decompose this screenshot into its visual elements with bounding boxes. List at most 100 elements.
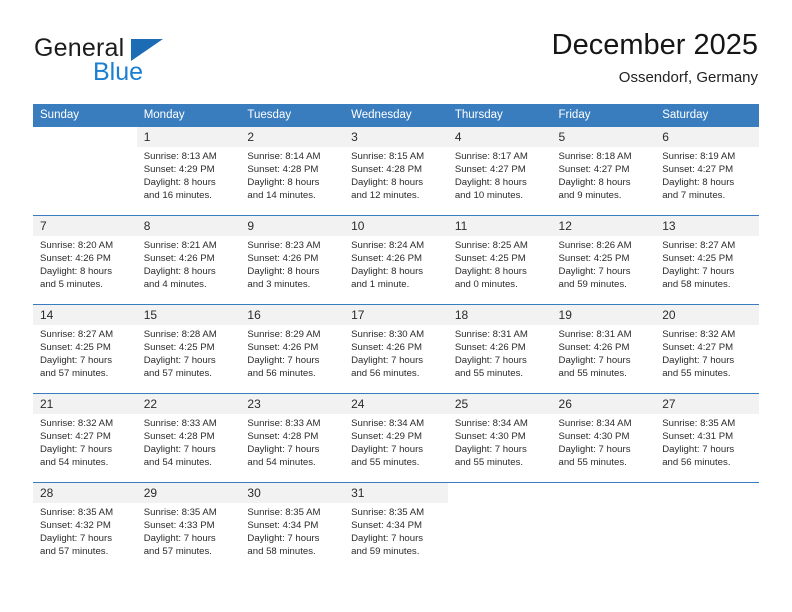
day-cell[interactable]: 14 Sunrise: 8:27 AM Sunset: 4:25 PM Dayligh… xyxy=(33,304,137,394)
day-cell[interactable]: 5 Sunrise: 8:18 AM Sunset: 4:27 PM Daylight… xyxy=(551,126,656,216)
day-sun-info: Sunrise: 8:32 AM Sunset: 4:27 PM Daylight:… xyxy=(33,414,137,469)
day-sun-info: Sunrise: 8:26 AM Sunset: 4:25 PM Daylight:… xyxy=(552,236,656,291)
day-sun-info: Sunrise: 8:19 AM Sunset: 4:27 PM Daylight:… xyxy=(655,147,759,202)
sunrise-text: Sunrise: 8:35 AM xyxy=(247,507,321,518)
day-cell[interactable]: 31 Sunrise: 8:35 AM Sunset: 4:34 PM Dayligh… xyxy=(344,482,448,572)
day-cell[interactable]: 20 Sunrise: 8:32 AM Sunset: 4:27 PM Dayligh… xyxy=(655,304,759,394)
weekday-header-wednesday: Wednesday xyxy=(344,104,448,127)
sunset-text: Sunset: 4:32 PM xyxy=(40,520,111,532)
day-cell[interactable]: 15 Sunrise: 8:28 AM Sunset: 4:25 PM Dayligh… xyxy=(136,304,241,394)
day-sun-info: Sunrise: 8:33 AM Sunset: 4:28 PM Daylight:… xyxy=(137,414,241,469)
day-cell[interactable]: 29 Sunrise: 8:35 AM Sunset: 4:33 PM Dayligh… xyxy=(136,482,241,572)
day-cell[interactable]: 30 Sunrise: 8:35 AM Sunset: 4:34 PM Dayligh… xyxy=(240,482,345,572)
day-cell[interactable]: 25 Sunrise: 8:34 AM Sunset: 4:30 PM Dayligh… xyxy=(447,393,552,483)
day-cell[interactable]: 7 Sunrise: 8:20 AM Sunset: 4:26 PM Daylight… xyxy=(33,215,137,305)
day-number: 10 xyxy=(344,216,448,236)
sunrise-text: Sunrise: 8:20 AM xyxy=(40,240,114,251)
daylight-text: and 1 minute. xyxy=(351,279,410,291)
day-sun-info: Sunrise: 8:30 AM Sunset: 4:26 PM Daylight:… xyxy=(344,325,448,380)
day-number xyxy=(552,483,656,503)
daylight-text: and 14 minutes. xyxy=(247,190,316,202)
calendar-week-row: 1 Sunrise: 8:13 AM Sunset: 4:29 PM Daylight… xyxy=(33,126,759,216)
day-cell[interactable]: 21 Sunrise: 8:32 AM Sunset: 4:27 PM Dayligh… xyxy=(33,393,137,483)
day-sun-info: Sunrise: 8:28 AM Sunset: 4:25 PM Daylight:… xyxy=(137,325,241,380)
daylight-text: and 54 minutes. xyxy=(247,457,316,469)
day-cell[interactable]: 6 Sunrise: 8:19 AM Sunset: 4:27 PM Daylight… xyxy=(655,126,759,216)
daylight-text: Daylight: 7 hours xyxy=(40,355,112,367)
day-sun-info: Sunrise: 8:17 AM Sunset: 4:27 PM Daylight:… xyxy=(448,147,552,202)
day-cell[interactable]: 9 Sunrise: 8:23 AM Sunset: 4:26 PM Daylight… xyxy=(240,215,345,305)
day-number: 6 xyxy=(655,127,759,147)
daylight-text: and 55 minutes. xyxy=(558,457,627,469)
day-number: 20 xyxy=(655,305,759,325)
daylight-text: Daylight: 8 hours xyxy=(143,266,216,278)
sunset-text: Sunset: 4:31 PM xyxy=(662,431,734,443)
day-cell[interactable]: 8 Sunrise: 8:21 AM Sunset: 4:26 PM Daylight… xyxy=(136,215,241,305)
page-subtitle: Ossendorf, Germany xyxy=(618,69,758,86)
daylight-text: and 56 minutes. xyxy=(662,457,731,469)
sunrise-text: Sunrise: 8:24 AM xyxy=(351,240,425,251)
daylight-text: Daylight: 8 hours xyxy=(662,177,735,189)
daylight-text: Daylight: 8 hours xyxy=(351,177,424,189)
day-cell[interactable]: 3 Sunrise: 8:15 AM Sunset: 4:28 PM Daylight… xyxy=(344,126,448,216)
day-number: 8 xyxy=(136,216,241,236)
daylight-text: and 55 minutes. xyxy=(662,368,731,380)
logo-text-blue: Blue xyxy=(93,58,144,86)
day-cell[interactable]: 28 Sunrise: 8:35 AM Sunset: 4:32 PM Dayligh… xyxy=(33,482,137,572)
day-sun-info: Sunrise: 8:32 AM Sunset: 4:27 PM Daylight:… xyxy=(655,325,759,380)
day-cell[interactable]: 27 Sunrise: 8:35 AM Sunset: 4:31 PM Dayligh… xyxy=(655,393,759,483)
day-cell[interactable]: 16 Sunrise: 8:29 AM Sunset: 4:26 PM Dayligh… xyxy=(240,304,345,394)
day-cell[interactable]: 2 Sunrise: 8:14 AM Sunset: 4:28 PM Daylight… xyxy=(240,126,345,216)
day-number: 4 xyxy=(447,127,552,147)
day-cell[interactable]: 26 Sunrise: 8:34 AM Sunset: 4:30 PM Dayligh… xyxy=(551,393,656,483)
day-cell[interactable]: 22 Sunrise: 8:33 AM Sunset: 4:28 PM Dayligh… xyxy=(136,393,241,483)
day-sun-info: Sunrise: 8:20 AM Sunset: 4:26 PM Daylight:… xyxy=(33,236,137,291)
day-cell[interactable]: 13 Sunrise: 8:27 AM Sunset: 4:25 PM Dayligh… xyxy=(655,215,759,305)
sunset-text: Sunset: 4:29 PM xyxy=(143,164,215,176)
general-blue-logo[interactable]: General Blue xyxy=(34,34,254,90)
daylight-text: Daylight: 7 hours xyxy=(40,533,112,545)
sunset-text: Sunset: 4:26 PM xyxy=(351,342,423,354)
daylight-text: and 9 minutes. xyxy=(558,190,622,202)
day-cell[interactable]: 4 Sunrise: 8:17 AM Sunset: 4:27 PM Daylight… xyxy=(447,126,552,216)
sunset-text: Sunset: 4:28 PM xyxy=(247,164,319,176)
page-header: General Blue December 2025 Ossendorf, Ge… xyxy=(34,28,758,92)
day-number: 17 xyxy=(344,305,448,325)
day-cell[interactable]: 1 Sunrise: 8:13 AM Sunset: 4:29 PM Daylight… xyxy=(136,126,241,216)
sunrise-text: Sunrise: 8:23 AM xyxy=(247,240,321,251)
sunset-text: Sunset: 4:27 PM xyxy=(454,164,526,176)
day-cell-empty xyxy=(551,482,656,572)
day-sun-info: Sunrise: 8:34 AM Sunset: 4:29 PM Daylight:… xyxy=(344,414,448,469)
day-cell[interactable]: 12 Sunrise: 8:26 AM Sunset: 4:25 PM Dayligh… xyxy=(551,215,656,305)
sunrise-text: Sunrise: 8:35 AM xyxy=(662,418,736,429)
day-cell[interactable]: 17 Sunrise: 8:30 AM Sunset: 4:26 PM Dayligh… xyxy=(344,304,448,394)
day-sun-info: Sunrise: 8:23 AM Sunset: 4:26 PM Daylight:… xyxy=(240,236,344,291)
day-sun-info: Sunrise: 8:25 AM Sunset: 4:25 PM Daylight:… xyxy=(448,236,552,291)
sunset-text: Sunset: 4:27 PM xyxy=(662,342,734,354)
day-cell-empty xyxy=(447,482,552,572)
day-number: 28 xyxy=(33,483,137,503)
sunset-text: Sunset: 4:26 PM xyxy=(40,253,111,265)
day-cell[interactable]: 11 Sunrise: 8:25 AM Sunset: 4:25 PM Dayligh… xyxy=(447,215,552,305)
sunrise-text: Sunrise: 8:33 AM xyxy=(143,418,217,429)
weekday-header-row: Sunday Monday Tuesday Wednesday Thursday Frid… xyxy=(33,104,759,127)
sunset-text: Sunset: 4:25 PM xyxy=(40,342,111,354)
day-cell[interactable]: 10 Sunrise: 8:24 AM Sunset: 4:26 PM Dayligh… xyxy=(344,215,448,305)
day-cell[interactable]: 23 Sunrise: 8:33 AM Sunset: 4:28 PM Dayligh… xyxy=(240,393,345,483)
day-sun-info: Sunrise: 8:24 AM Sunset: 4:26 PM Daylight:… xyxy=(344,236,448,291)
day-sun-info: Sunrise: 8:34 AM Sunset: 4:30 PM Daylight:… xyxy=(448,414,552,469)
weekday-header-monday: Monday xyxy=(136,104,241,127)
daylight-text: and 55 minutes. xyxy=(454,457,524,469)
daylight-text: Daylight: 7 hours xyxy=(40,444,112,456)
day-cell[interactable]: 18 Sunrise: 8:31 AM Sunset: 4:26 PM Dayligh… xyxy=(447,304,552,394)
daylight-text: and 7 minutes. xyxy=(662,190,726,202)
daylight-text: and 56 minutes. xyxy=(247,368,316,380)
day-cell[interactable]: 19 Sunrise: 8:31 AM Sunset: 4:26 PM Dayligh… xyxy=(551,304,656,394)
day-number: 31 xyxy=(344,483,448,503)
day-cell[interactable]: 24 Sunrise: 8:34 AM Sunset: 4:29 PM Dayligh… xyxy=(344,393,448,483)
day-number: 27 xyxy=(655,394,759,414)
sunrise-text: Sunrise: 8:31 AM xyxy=(558,329,632,340)
sunrise-text: Sunrise: 8:32 AM xyxy=(662,329,736,340)
sunrise-text: Sunrise: 8:34 AM xyxy=(558,418,632,429)
sunset-text: Sunset: 4:30 PM xyxy=(454,431,526,443)
